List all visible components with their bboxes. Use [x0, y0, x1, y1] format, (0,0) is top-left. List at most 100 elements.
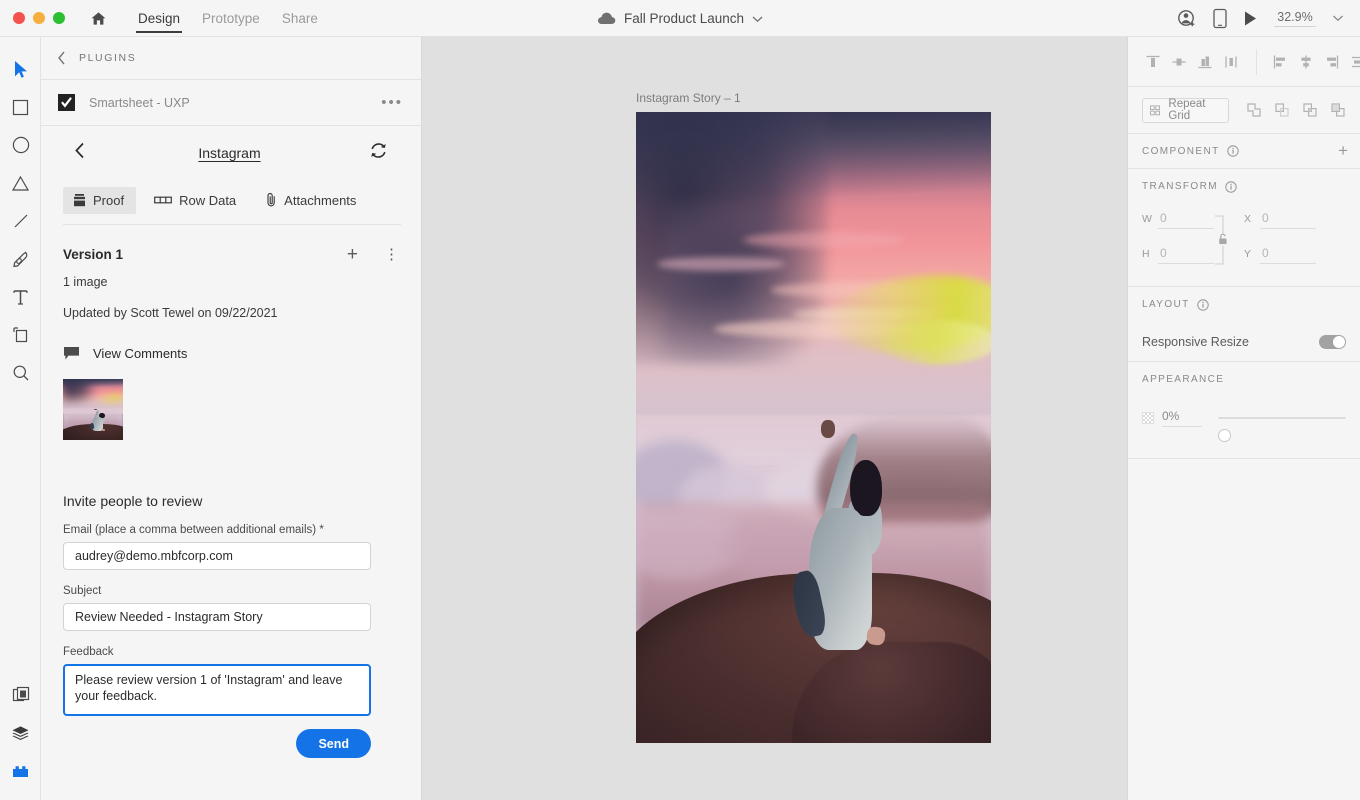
boolean-subtract-icon[interactable] — [1269, 98, 1294, 123]
tab-share[interactable]: Share — [271, 0, 329, 37]
tab-proof[interactable]: Proof — [63, 186, 137, 214]
subject-field-group: Subject — [63, 585, 399, 631]
zoom-level-value[interactable]: 32.9% — [1274, 9, 1316, 27]
cloud-icon — [597, 12, 616, 24]
maximize-window-button[interactable] — [53, 12, 65, 24]
proof-thumbnail[interactable] — [63, 379, 123, 440]
send-button[interactable]: Send — [296, 729, 371, 758]
add-component-button[interactable]: + — [1338, 142, 1348, 159]
table-row-icon — [154, 196, 172, 204]
height-key: H — [1142, 248, 1150, 260]
artboard-label[interactable]: Instagram Story – 1 — [636, 91, 741, 105]
align-vertical-center-icon[interactable] — [1166, 49, 1192, 75]
tab-row-data[interactable]: Row Data — [144, 187, 248, 214]
tools-primary-group — [0, 37, 40, 392]
appearance-label: APPEARANCE — [1142, 374, 1225, 385]
version-header-row: Version 1 + ⋮ — [63, 245, 399, 264]
close-window-button[interactable] — [13, 12, 25, 24]
version-title: Version 1 — [63, 247, 124, 262]
align-right-icon[interactable] — [1319, 49, 1345, 75]
tools-panels-group — [0, 676, 41, 790]
document-title[interactable]: Fall Product Launch — [624, 11, 744, 26]
mobile-device-icon[interactable] — [1213, 8, 1227, 29]
chevron-left-icon[interactable] — [57, 51, 66, 65]
plugin-list-item-smartsheet[interactable]: Smartsheet - UXP ••• — [41, 80, 421, 126]
assets-panel-toggle[interactable] — [0, 676, 41, 714]
distribute-vertical-icon[interactable] — [1345, 49, 1360, 75]
subject-label: Subject — [63, 585, 102, 597]
tools-sidebar — [0, 37, 41, 800]
plugin-back-button[interactable] — [74, 142, 86, 164]
height-value[interactable]: 0 — [1158, 245, 1214, 264]
artboard-tool[interactable] — [0, 316, 41, 354]
info-circle-icon[interactable] — [1196, 298, 1209, 311]
layers-panel-toggle[interactable] — [0, 714, 41, 752]
x-value[interactable]: 0 — [1260, 210, 1316, 229]
width-field[interactable]: W 0 — [1142, 210, 1222, 229]
slider-thumb[interactable] — [1218, 429, 1231, 442]
add-version-button[interactable]: + — [347, 245, 358, 264]
y-value[interactable]: 0 — [1260, 245, 1316, 264]
subject-input[interactable] — [63, 603, 371, 631]
boolean-operations-group — [1241, 98, 1350, 123]
tab-prototype[interactable]: Prototype — [191, 0, 271, 37]
boolean-exclude-icon[interactable] — [1325, 98, 1350, 123]
width-value[interactable]: 0 — [1158, 210, 1214, 229]
responsive-resize-toggle[interactable] — [1319, 334, 1346, 349]
instagram-story-1-artboard[interactable] — [636, 112, 991, 743]
add-collaborator-icon[interactable] — [1177, 8, 1197, 28]
minimize-window-button[interactable] — [33, 12, 45, 24]
design-canvas[interactable]: Instagram Story – 1 — [422, 37, 1127, 800]
appearance-section-header: APPEARANCE — [1128, 362, 1360, 397]
refresh-button[interactable] — [369, 141, 388, 165]
rectangle-tool[interactable] — [0, 88, 41, 126]
info-circle-icon[interactable] — [1226, 145, 1239, 157]
x-field[interactable]: X 0 — [1244, 210, 1324, 229]
polygon-tool[interactable] — [0, 164, 41, 202]
zoom-tool[interactable] — [0, 354, 41, 392]
info-circle-icon[interactable] — [1225, 180, 1237, 193]
repeat-grid-button[interactable]: Repeat Grid — [1142, 97, 1229, 123]
align-horizontal-center-icon[interactable] — [1293, 49, 1319, 75]
align-top-icon[interactable] — [1140, 49, 1166, 75]
view-comments-button[interactable]: View Comments — [63, 346, 399, 361]
component-section-header: COMPONENT + — [1128, 134, 1360, 169]
align-left-icon[interactable] — [1267, 49, 1293, 75]
x-key: X — [1244, 213, 1252, 225]
y-field[interactable]: Y 0 — [1244, 245, 1324, 264]
paperclip-icon — [267, 192, 275, 207]
version-more-vertical-icon[interactable]: ⋮ — [384, 247, 399, 262]
tab-attachments[interactable]: Attachments — [256, 186, 368, 214]
chevron-left-icon — [75, 142, 84, 159]
select-tool[interactable] — [0, 50, 41, 88]
boolean-intersect-icon[interactable] — [1297, 98, 1322, 123]
version-updated-by: Updated by Scott Tewel on 09/22/2021 — [63, 306, 278, 320]
layout-label: LAYOUT — [1142, 299, 1190, 310]
height-field[interactable]: H 0 — [1142, 245, 1222, 264]
email-input[interactable] — [63, 542, 371, 570]
cursor-arrow-icon — [14, 60, 27, 78]
component-label: COMPONENT — [1142, 145, 1220, 157]
more-horizontal-icon[interactable]: ••• — [381, 95, 403, 110]
pen-tool[interactable] — [0, 240, 41, 278]
zoom-chevron-down-icon[interactable] — [1332, 14, 1344, 22]
feedback-textarea[interactable] — [63, 664, 371, 716]
magnifier-icon — [13, 365, 28, 381]
text-tool[interactable] — [0, 278, 41, 316]
opacity-value[interactable]: 0% — [1162, 409, 1202, 427]
home-button[interactable] — [85, 5, 111, 31]
play-icon[interactable] — [1243, 10, 1258, 27]
align-bottom-icon[interactable] — [1192, 49, 1218, 75]
plugin-sheet-title[interactable]: Instagram — [74, 145, 385, 161]
distribute-horizontal-icon[interactable] — [1218, 49, 1244, 75]
artboard-icon — [12, 327, 27, 343]
tab-design[interactable]: Design — [127, 0, 191, 37]
opacity-slider[interactable] — [1218, 411, 1346, 442]
line-tool[interactable] — [0, 202, 41, 240]
repeat-grid-row: Repeat Grid — [1128, 87, 1360, 134]
plugins-panel-toggle[interactable] — [0, 752, 41, 790]
chevron-down-icon[interactable] — [752, 15, 763, 23]
boolean-add-icon[interactable] — [1241, 98, 1266, 123]
ellipse-tool[interactable] — [0, 126, 41, 164]
lock-aspect-ratio-icon[interactable] — [1214, 214, 1240, 266]
